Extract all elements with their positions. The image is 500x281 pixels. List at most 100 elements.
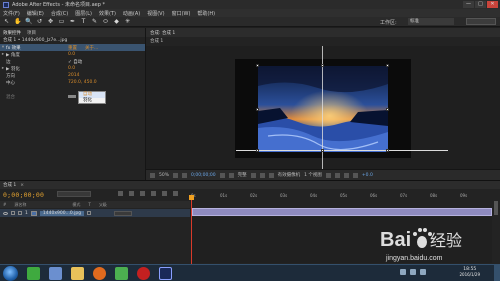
media-player-icon[interactable] — [115, 267, 128, 280]
pen-tool-icon[interactable]: ✒ — [69, 18, 76, 25]
frame-blending-icon[interactable] — [151, 191, 156, 196]
puppet-tool-icon[interactable]: ✳ — [124, 18, 131, 25]
column-trackmatte[interactable]: T — [88, 202, 90, 207]
help-search-input[interactable] — [466, 18, 496, 25]
property-value[interactable]: 720.0, 450.0 — [68, 80, 97, 85]
menu-effect[interactable]: 效果(T) — [99, 10, 116, 17]
about-link[interactable]: 关于... — [85, 45, 98, 51]
fx-switch-icon[interactable] — [87, 211, 92, 215]
fast-previews-icon[interactable] — [334, 172, 340, 178]
property-value[interactable]: 2014 — [68, 73, 79, 78]
timeline-layer-row[interactable]: 1 1440x900...0.jpg — [0, 209, 190, 217]
color-swatch[interactable] — [68, 95, 76, 98]
start-button[interactable] — [3, 266, 18, 281]
transform-handle[interactable] — [256, 108, 259, 111]
draft-3d-icon[interactable] — [129, 191, 134, 196]
record-app-icon[interactable] — [137, 267, 150, 280]
layer-duration-bar[interactable] — [192, 208, 492, 216]
graph-editor-icon[interactable] — [173, 191, 178, 196]
safe-zones-icon[interactable] — [173, 172, 179, 178]
minimize-button[interactable]: — — [463, 1, 474, 8]
3d-view-icon[interactable] — [268, 172, 274, 178]
horizontal-guide-line[interactable] — [236, 150, 448, 151]
tab-composition[interactable]: 合成: 合成 1 — [150, 30, 175, 36]
transform-handle[interactable] — [386, 108, 389, 111]
property-row-edge[interactable]: 边 ✓ 自动 — [0, 58, 145, 65]
transform-handle[interactable] — [256, 64, 259, 67]
file-explorer-icon[interactable] — [71, 267, 84, 280]
timeline-timecode[interactable]: 0;00;00;00 — [3, 191, 44, 199]
comp-flowchart-icon[interactable] — [352, 172, 358, 178]
zoom-tool-icon[interactable]: 🔍 — [25, 18, 32, 25]
tab-effect-controls[interactable]: 效果控件 — [3, 30, 21, 36]
transform-handle[interactable] — [256, 149, 259, 152]
hand-tool-icon[interactable]: ✋ — [14, 18, 21, 25]
property-row-center[interactable]: 中心 720.0, 450.0 — [0, 79, 145, 86]
column-mode[interactable]: 模式 — [72, 202, 80, 208]
input-method-icon[interactable] — [420, 269, 426, 275]
transform-handle[interactable] — [386, 64, 389, 67]
playhead-line[interactable] — [191, 200, 192, 265]
close-button[interactable]: ✕ — [487, 1, 498, 8]
transform-handle[interactable] — [321, 149, 324, 152]
close-tab-icon[interactable]: × — [20, 183, 24, 188]
column-parent[interactable]: 父级 — [99, 202, 107, 208]
transform-handle[interactable] — [321, 64, 324, 67]
menu-window[interactable]: 窗口(W) — [172, 10, 191, 17]
menu-animation[interactable]: 动画(A) — [123, 10, 140, 17]
maximize-button[interactable]: □ — [475, 1, 486, 8]
show-channel-icon[interactable] — [228, 172, 234, 178]
text-tool-icon[interactable]: T — [80, 18, 87, 25]
property-checkbox[interactable]: ✓ 自动 — [68, 59, 82, 65]
transparency-grid-icon[interactable] — [259, 172, 265, 178]
solo-switch-icon[interactable] — [11, 211, 15, 215]
effect-row[interactable]: ▾ fx 效果 重置 关于... — [0, 44, 145, 51]
360-browser-icon[interactable] — [27, 267, 40, 280]
layer-name[interactable]: 1440x900...0.jpg — [39, 210, 85, 216]
track-area[interactable] — [192, 217, 492, 263]
snapshot-camera-icon[interactable] — [219, 172, 225, 178]
after-effects-taskbar-icon[interactable] — [159, 267, 172, 280]
menu-file[interactable]: 文件(F) — [3, 10, 20, 17]
region-of-interest-icon[interactable] — [250, 172, 256, 178]
grid-toggle-icon[interactable] — [150, 172, 155, 178]
network-icon[interactable] — [49, 267, 62, 280]
firefox-icon[interactable] — [93, 267, 106, 280]
property-row-direction[interactable]: 方向 2014 — [0, 72, 145, 79]
dropdown-option[interactable]: 羽化 — [79, 98, 105, 104]
property-row-angle[interactable]: ▸ ▶ 角度 0.0 — [0, 51, 145, 58]
timeline-search-input[interactable] — [57, 191, 91, 197]
time-ruler[interactable]: 0s 01s 02s 03s 04s 05s 06s 07s 08s 09s — [191, 189, 491, 201]
transform-handle[interactable] — [386, 149, 389, 152]
menu-view[interactable]: 视图(V) — [147, 10, 164, 17]
timeline-link-icon[interactable] — [343, 172, 349, 178]
shy-layers-icon[interactable] — [140, 191, 145, 196]
eraser-tool-icon[interactable]: ⬭ — [102, 18, 109, 25]
exposure-value[interactable]: +0.0 — [362, 173, 373, 178]
eye-visibility-icon[interactable] — [3, 211, 8, 215]
view-layout-select[interactable]: 1 个视图 — [304, 172, 322, 178]
roto-brush-tool-icon[interactable]: ◆ — [113, 18, 120, 25]
composition-breadcrumb[interactable]: 合成 1 — [150, 38, 163, 44]
parent-select[interactable] — [114, 210, 133, 216]
property-dropdown-menu[interactable]: 自动 羽化 — [78, 91, 106, 104]
network-tray-icon[interactable] — [400, 269, 406, 275]
timeline-scrollbar[interactable] — [494, 201, 498, 215]
rotate-tool-icon[interactable]: ↺ — [36, 18, 43, 25]
workspace-select[interactable]: 标准 — [408, 18, 454, 25]
taskbar-clock[interactable]: 18:55 2016/1/29 — [459, 267, 480, 277]
zoom-level-select[interactable]: 50% — [159, 173, 169, 178]
reset-link[interactable]: 重置 — [68, 45, 77, 51]
camera-tool-icon[interactable]: ✥ — [47, 18, 54, 25]
column-number[interactable]: # — [3, 202, 6, 207]
menu-layer[interactable]: 图层(L) — [75, 10, 92, 17]
tab-timeline-comp[interactable]: 合成 1 — [3, 182, 16, 188]
seascape-image-layer[interactable] — [258, 66, 388, 152]
property-value[interactable]: 0.0 — [68, 66, 75, 71]
comp-mini-flowchart-icon[interactable] — [118, 191, 123, 196]
column-source-name[interactable]: 源名称 — [14, 202, 26, 208]
toggle-pixel-aspect-icon[interactable] — [325, 172, 331, 178]
lock-switch-icon[interactable] — [18, 211, 22, 215]
current-time-display[interactable]: 0;00;00;00 — [191, 173, 216, 178]
property-row-feather[interactable]: ▸ ▶ 羽化 0.0 — [0, 65, 145, 72]
